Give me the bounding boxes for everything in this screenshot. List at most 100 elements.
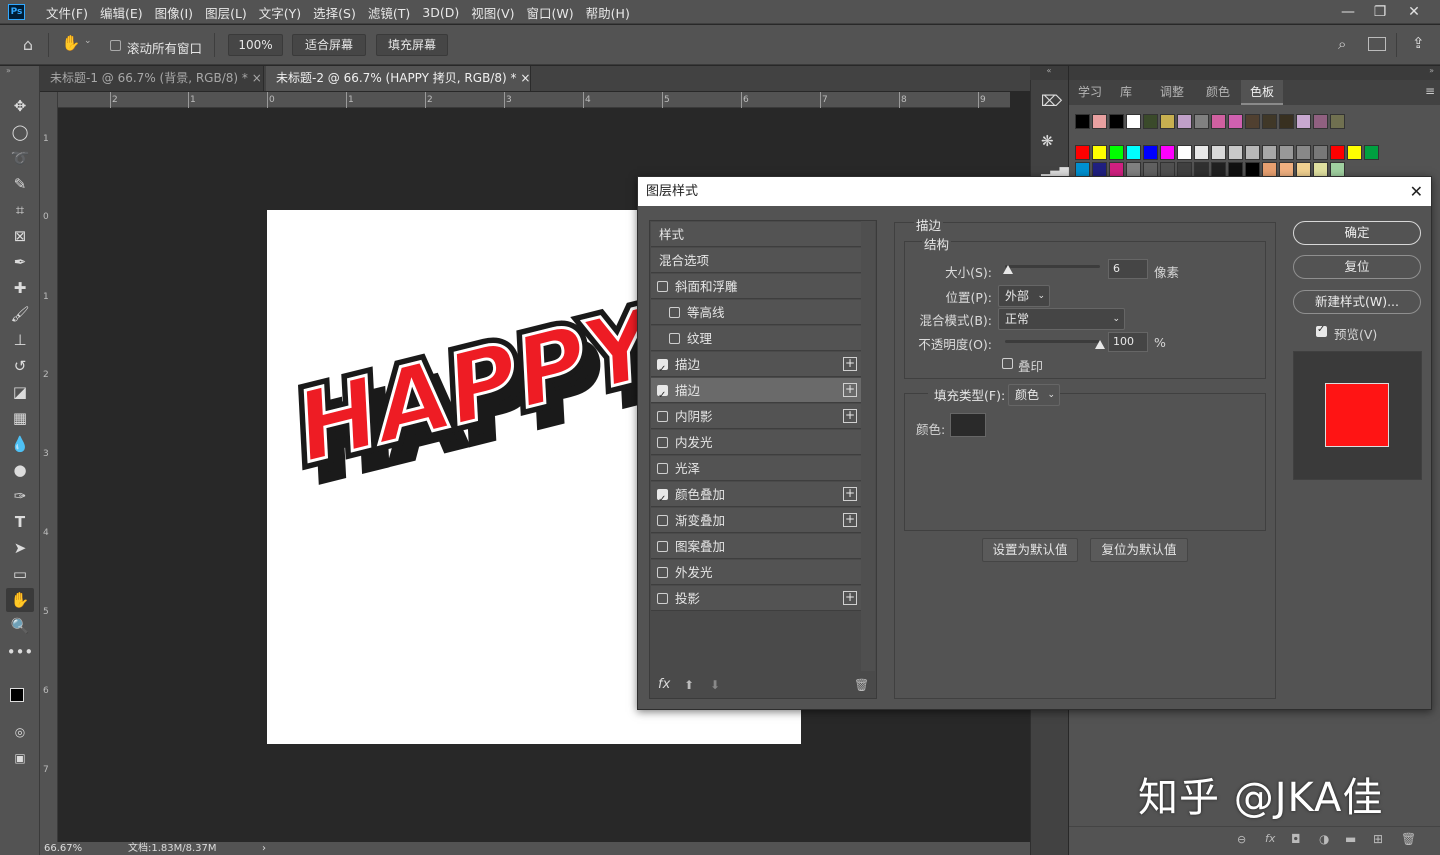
preview-checkbox[interactable]	[1316, 324, 1327, 337]
color-swatch[interactable]	[1177, 145, 1192, 160]
color-swatch[interactable]	[1160, 162, 1175, 177]
opacity-slider-handle[interactable]	[1095, 340, 1105, 349]
fx-menu-icon[interactable]: fx	[658, 677, 670, 692]
color-swatch[interactable]	[1194, 145, 1209, 160]
menu-item[interactable]: 滤镜(T)	[362, 3, 416, 22]
style-list-item[interactable]: 内发光	[651, 430, 861, 455]
tab-color[interactable]: 颜色	[1197, 80, 1239, 105]
color-swatch[interactable]	[1296, 162, 1311, 177]
style-list-item[interactable]: 样式	[651, 222, 861, 247]
adjustment-icon[interactable]: ◑	[1319, 832, 1329, 846]
move-up-icon[interactable]: ⬆	[684, 678, 694, 692]
scroll-all-checkbox[interactable]	[110, 40, 121, 51]
color-swatch[interactable]	[1126, 162, 1141, 177]
quick-mask-icon[interactable]: ◎	[6, 720, 34, 744]
lasso-tool-icon[interactable]: ➰	[6, 146, 34, 170]
new-layer-icon[interactable]: ⊞	[1373, 832, 1383, 846]
color-swatch[interactable]	[1228, 114, 1243, 129]
style-checkbox[interactable]	[657, 463, 668, 474]
menu-item[interactable]: 图像(I)	[149, 3, 199, 22]
tab-learn[interactable]: 学习	[1069, 80, 1111, 105]
color-swatch[interactable]	[1313, 114, 1328, 129]
style-list-item[interactable]: 光泽	[651, 456, 861, 481]
stamp-tool-icon[interactable]: ⊥	[6, 328, 34, 352]
close-tab-icon[interactable]: ×	[520, 71, 530, 85]
menu-item[interactable]: 选择(S)	[307, 3, 362, 22]
folder-icon[interactable]: ▬	[1345, 832, 1356, 846]
share-icon[interactable]: ⇪	[1412, 34, 1425, 52]
more-tools-icon[interactable]: •••	[6, 640, 34, 664]
frame-tool-icon[interactable]: ⊠	[6, 224, 34, 248]
menu-item[interactable]: 3D(D)	[416, 5, 465, 20]
set-default-button[interactable]: 设置为默认值	[982, 538, 1078, 562]
color-swatch[interactable]	[1279, 162, 1294, 177]
brush-tool-icon[interactable]: 🖌	[6, 302, 34, 326]
color-swatch[interactable]	[1092, 145, 1107, 160]
add-effect-icon[interactable]: +	[843, 591, 857, 605]
style-checkbox[interactable]	[657, 437, 668, 448]
eyedropper-icon[interactable]: ✒	[6, 250, 34, 274]
fx-icon[interactable]: fx	[1265, 832, 1275, 845]
style-list-item[interactable]: 内阴影 +	[651, 404, 861, 429]
menu-item[interactable]: 文件(F)	[40, 3, 94, 22]
color-swatch[interactable]	[1075, 114, 1090, 129]
color-swatch[interactable]	[1245, 114, 1260, 129]
mask-icon[interactable]: ◘	[1291, 832, 1301, 846]
style-checkbox[interactable]	[669, 333, 680, 344]
quick-select-icon[interactable]: ✎	[6, 172, 34, 196]
move-tool-icon[interactable]: ✥	[6, 94, 34, 118]
color-swatch[interactable]	[1092, 114, 1107, 129]
color-swatch[interactable]	[1228, 145, 1243, 160]
color-swatch[interactable]	[1194, 162, 1209, 177]
crop-tool-icon[interactable]: ⌗	[6, 198, 34, 222]
tab-document-2[interactable]: 未标题-2 @ 66.7% (HAPPY 拷贝, RGB/8) * ×	[266, 66, 531, 91]
fit-screen-button[interactable]: 适合屏幕	[292, 34, 366, 56]
reset-default-button[interactable]: 复位为默认值	[1090, 538, 1188, 562]
color-swatch[interactable]	[1245, 145, 1260, 160]
size-input[interactable]: 6	[1108, 259, 1148, 279]
color-swatch[interactable]	[1160, 145, 1175, 160]
menu-item[interactable]: 文字(Y)	[253, 3, 307, 22]
style-list-item[interactable]: 颜色叠加 +	[651, 482, 861, 512]
color-swatch[interactable]	[1245, 162, 1260, 177]
new-style-button[interactable]: 新建样式(W)...	[1293, 290, 1421, 314]
pen-tool-icon[interactable]: ✑	[6, 484, 34, 508]
panel-menu-icon[interactable]: ≡	[1425, 84, 1435, 98]
add-effect-icon[interactable]: +	[843, 357, 857, 371]
color-swatch[interactable]	[1143, 114, 1158, 129]
size-slider-handle[interactable]	[1003, 265, 1013, 274]
dodge-tool-icon[interactable]: ●	[6, 458, 34, 482]
style-checkbox[interactable]	[657, 541, 668, 552]
color-swatch[interactable]	[1279, 145, 1294, 160]
color-swatch[interactable]	[1262, 162, 1277, 177]
style-list-item[interactable]: 描边 +	[651, 378, 861, 408]
style-list-item[interactable]: 渐变叠加 +	[651, 508, 861, 533]
style-list-item[interactable]: 混合选项	[651, 248, 861, 273]
menu-item[interactable]: 窗口(W)	[521, 3, 580, 22]
history-panel-icon[interactable]: ⌦	[1041, 92, 1062, 110]
overprint-checkbox[interactable]	[1002, 358, 1013, 369]
tab-libraries[interactable]: 库	[1111, 80, 1141, 105]
style-checkbox[interactable]	[657, 281, 668, 292]
color-swatch[interactable]	[1126, 145, 1141, 160]
color-swatch[interactable]	[1262, 114, 1277, 129]
menu-item[interactable]: 视图(V)	[465, 3, 520, 22]
reset-button[interactable]: 复位	[1293, 255, 1421, 279]
style-list-item[interactable]: 图案叠加	[651, 534, 861, 559]
move-down-icon[interactable]: ⬇	[710, 678, 720, 692]
menu-item[interactable]: 帮助(H)	[580, 3, 636, 22]
rectangle-tool-icon[interactable]: ▭	[6, 562, 34, 586]
type-tool-icon[interactable]: T	[6, 510, 34, 534]
size-slider-track[interactable]	[1005, 265, 1100, 268]
opacity-input[interactable]: 100	[1108, 332, 1148, 352]
healing-brush-icon[interactable]: ✚	[6, 276, 34, 300]
position-select[interactable]: 外部 ⌄	[998, 285, 1050, 307]
color-swatch[interactable]	[1109, 114, 1124, 129]
style-list-item[interactable]: 投影 +	[651, 586, 861, 611]
path-select-icon[interactable]: ➤	[6, 536, 34, 560]
style-checkbox[interactable]	[657, 593, 668, 604]
color-swatch[interactable]	[1143, 145, 1158, 160]
color-swatch[interactable]	[1313, 145, 1328, 160]
color-swatch[interactable]	[1296, 145, 1311, 160]
color-swatch[interactable]	[1143, 162, 1158, 177]
